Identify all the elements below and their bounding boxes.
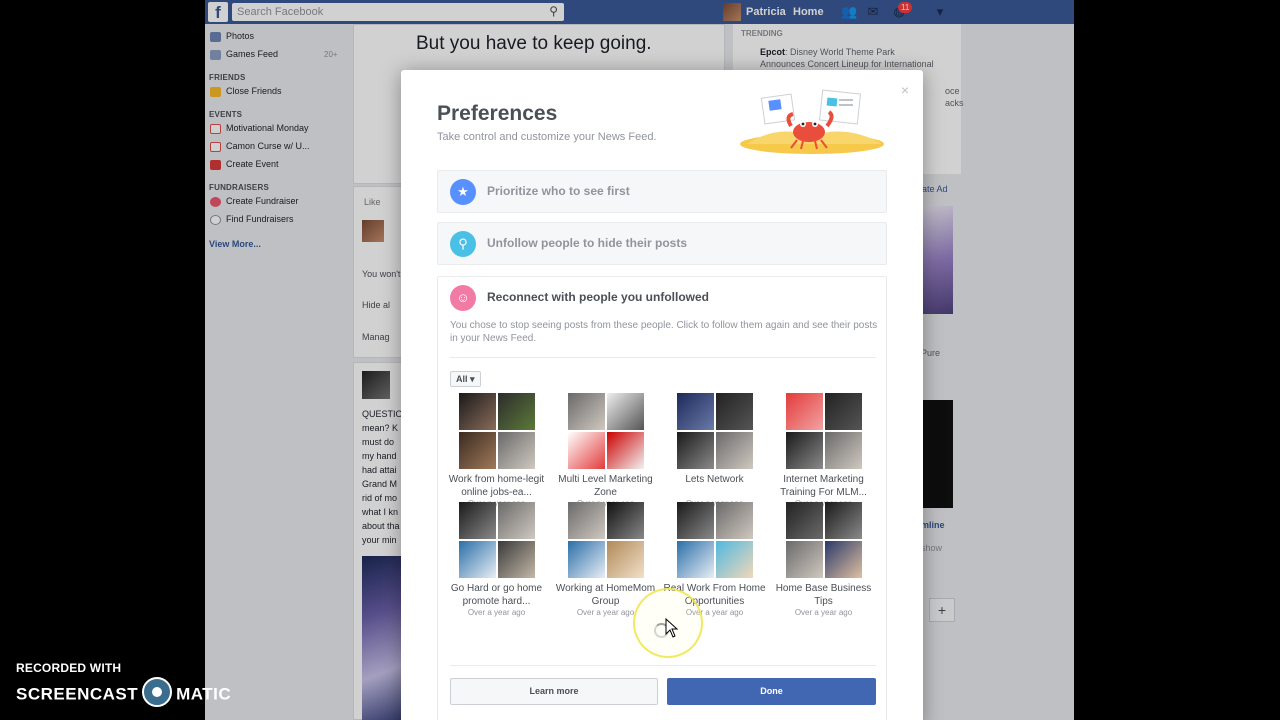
option-unfollow-label: Unfollow people to hide their posts [487,236,687,250]
page-name: Lets Network [685,474,744,485]
page-name: Work from home-legit online jobs-ea... [448,474,545,498]
close-icon[interactable]: × [901,82,909,98]
page-thumbnail-grid [567,393,644,469]
page-thumbnail-grid [567,502,644,578]
page-tile[interactable]: Go Hard or go home promote hard... Over … [442,502,551,618]
divider [450,357,876,358]
done-button[interactable]: Done [667,678,876,705]
page-name: Go Hard or go home promote hard... [450,583,543,607]
page-thumbnail-grid [458,502,535,578]
page-time: Over a year ago [794,608,853,617]
option-reconnect-label[interactable]: Reconnect with people you unfollowed [487,290,709,304]
page-tile[interactable]: Internet Marketing Training For MLM... O… [769,393,878,509]
learn-more-button[interactable]: Learn more [450,678,658,705]
page-thumbnail-grid [458,393,535,469]
watermark-brand-right: MATIC [176,684,232,704]
watermark-recorded-with: RECORDED WITH [16,661,122,675]
page-name: Multi Level Marketing Zone [558,474,653,498]
page-name: Home Base Business Tips [775,583,872,607]
page-thumbnail-grid [676,502,753,578]
screencast-logo-icon [142,677,173,707]
option-prioritize[interactable]: ★ Prioritize who to see first [437,170,887,213]
filter-dropdown[interactable]: All ▾ [450,371,481,387]
page-name: Internet Marketing Training For MLM... [780,474,867,498]
dialog-title: Preferences [437,102,558,125]
page-tile[interactable]: Multi Level Marketing Zone Over a year a… [551,393,660,509]
page-thumbnail-grid [676,393,753,469]
page-tile[interactable]: Work from home-legit online jobs-ea... O… [442,393,551,509]
page-thumbnail-grid [785,502,862,578]
star-icon: ★ [450,179,476,205]
search-circle-icon: ⚲ [450,231,476,257]
dialog-subtitle: Take control and customize your News Fee… [437,131,657,143]
page-time: Over a year ago [467,608,526,617]
screencast-o-matic-watermark: SCREENCAST MATIC [16,677,232,710]
watermark-brand-left: SCREENCAST [16,684,139,704]
option-prioritize-label: Prioritize who to see first [487,184,630,198]
page-thumbnail-grid [785,393,862,469]
smile-icon: ☺ [450,285,476,311]
cursor-icon [665,618,679,638]
page-tile[interactable]: Home Base Business Tips Over a year ago [769,502,878,618]
option-unfollow[interactable]: ⚲ Unfollow people to hide their posts [437,222,887,265]
divider [450,665,876,666]
page-tile[interactable]: Lets Network Over a year ago [660,393,769,509]
reconnect-description: You chose to stop seeing posts from thes… [450,320,878,344]
preferences-illustration [740,89,884,154]
screen: f Search Facebook ⚲ Patricia Home 👥 ✉ ◍ … [0,0,1280,720]
